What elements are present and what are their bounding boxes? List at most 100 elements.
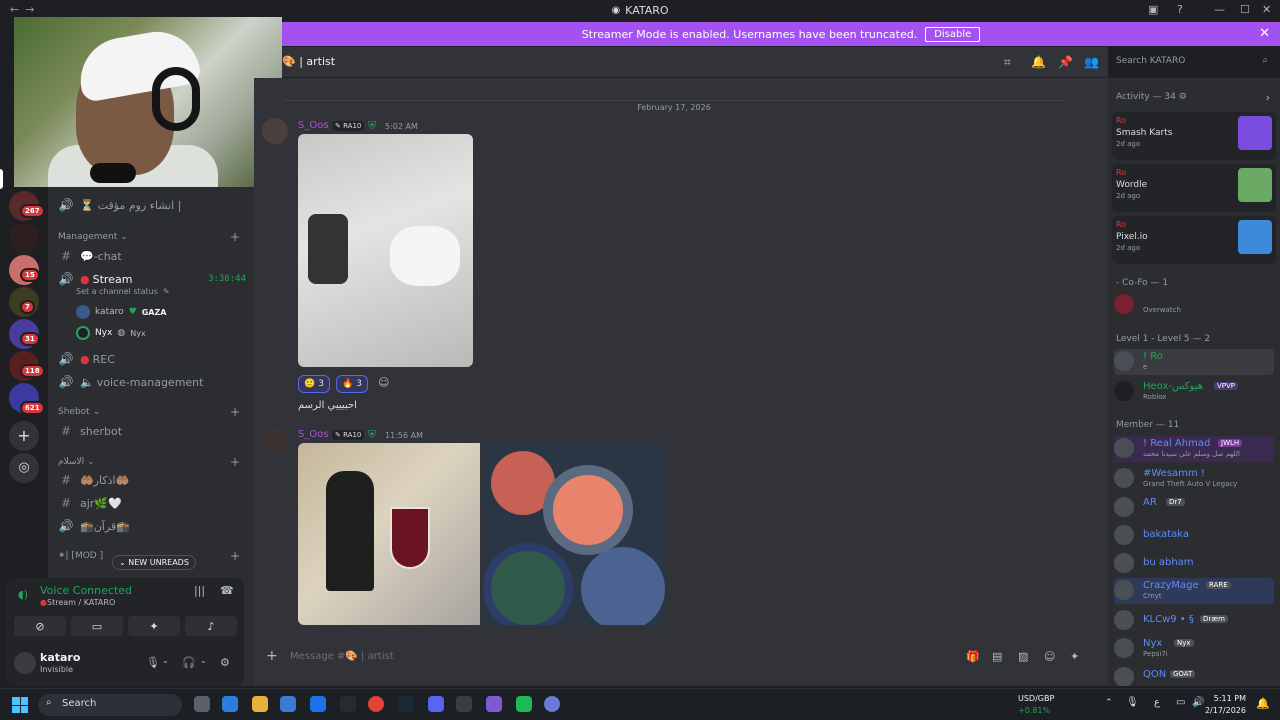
member-row[interactable]: CrazyMage RARE Cmyt — [1114, 578, 1274, 604]
message-image-drawing[interactable] — [298, 134, 473, 367]
signal-icon[interactable]: ◖) — [18, 588, 28, 601]
app-icon[interactable] — [280, 696, 296, 712]
member-row[interactable]: bakataka — [1114, 523, 1274, 549]
category-islam[interactable]: الاسلام ⌄ + — [58, 455, 240, 469]
member-row[interactable]: bu abham — [1114, 551, 1274, 577]
file-explorer-icon[interactable] — [252, 696, 268, 712]
network-icon[interactable]: ▭ — [1176, 697, 1185, 708]
chevron-right-icon[interactable]: › — [1266, 91, 1270, 104]
voice-channel-create-temp[interactable]: 🔊 ⏳ انشاء روم مؤقت | — [58, 195, 246, 215]
message-author[interactable]: S_Oos — [298, 120, 329, 131]
taskbar-search[interactable]: ⌕ Search — [38, 694, 182, 716]
settings-gear-icon[interactable]: ⚙ — [220, 656, 230, 669]
voice-user[interactable]: Nyx ◍ Nyx — [76, 326, 146, 340]
text-channel-ajr[interactable]: # ajr🌿🤍 — [58, 493, 246, 513]
add-channel-icon[interactable]: + — [230, 549, 240, 563]
apps-icon[interactable]: ✦ — [1070, 650, 1079, 663]
voice-channel-quran[interactable]: 🔊 🕋قرآن🕋 — [58, 516, 246, 536]
add-channel-icon[interactable]: + — [230, 405, 240, 419]
reaction-button[interactable]: 🔥 3 — [336, 375, 368, 393]
category-management[interactable]: Management ⌄ + — [58, 230, 240, 244]
bell-icon[interactable]: 🔔 — [1031, 55, 1046, 69]
voice-channel-management[interactable]: 🔊 🔈 voice-management — [58, 372, 246, 392]
member-row[interactable]: #Wesamm ! Grand Theft Auto V Legacy — [1114, 466, 1274, 492]
gif-icon[interactable]: ▤ — [992, 650, 1002, 663]
new-unreads-button[interactable]: ⌄ NEW UNREADS — [112, 555, 196, 570]
text-channel-chat[interactable]: # 💬-chat — [58, 246, 246, 266]
text-channel-azkar[interactable]: # 🤲🏽اذكار🤲🏽 — [58, 470, 246, 490]
server-icon[interactable] — [9, 224, 39, 254]
add-channel-icon[interactable]: + — [230, 455, 240, 469]
gift-icon[interactable]: 🎁 — [966, 650, 980, 663]
voice-channel-rec[interactable]: 🔊 ● REC — [58, 349, 246, 369]
fx-widget[interactable]: USD/GBP +0.81% — [1018, 693, 1054, 717]
discover-icon[interactable]: ◎ — [9, 453, 39, 483]
reaction-button[interactable]: 🙂 3 — [298, 375, 330, 393]
back-arrow-icon[interactable]: ← — [10, 3, 25, 16]
member-row[interactable]: QON GOAT — [1114, 665, 1274, 686]
close-window-icon[interactable]: ✕ — [1262, 3, 1271, 16]
clock[interactable]: 5:11 PM 2/17/2026 — [1205, 693, 1246, 717]
forward-arrow-icon[interactable]: → — [25, 3, 40, 16]
sticker-icon[interactable]: ▨ — [1018, 650, 1028, 663]
app-icon[interactable] — [516, 696, 532, 712]
member-row[interactable]: ! Real Ahmad JWLH اللهم صل وسلم على سيدن… — [1114, 436, 1274, 462]
activity-card[interactable]: Ro Smash Karts 2d ago — [1112, 112, 1276, 160]
message-image-figs[interactable] — [483, 443, 665, 625]
member-list-icon[interactable]: 👥 — [1084, 55, 1099, 69]
camera-off-button[interactable]: ⊘ — [14, 616, 66, 636]
channel-status-link[interactable]: Set a channel status ✎ — [76, 287, 170, 296]
headphones-icon[interactable]: 🎧 — [182, 656, 196, 669]
add-server-icon[interactable]: + — [9, 421, 39, 451]
nav-arrows[interactable]: ←→ — [10, 3, 40, 16]
gamepad-icon[interactable] — [486, 696, 502, 712]
store-icon[interactable] — [222, 696, 238, 712]
notification-bell-icon[interactable]: 🔔 — [1256, 697, 1270, 710]
member-row[interactable]: KLCw9 • § Dræm — [1114, 608, 1274, 634]
volume-icon[interactable]: 🔊 — [1192, 697, 1204, 708]
search-input[interactable]: Search KATARO ⌕ — [1110, 52, 1274, 72]
microphone-icon[interactable]: 🎙 — [146, 656, 160, 669]
activity-header[interactable]: Activity — 34 ⚙ — [1116, 92, 1187, 102]
chrome-icon[interactable] — [368, 696, 384, 712]
avatar[interactable] — [262, 428, 288, 454]
message-image-wine[interactable] — [298, 443, 480, 625]
app-icon[interactable] — [456, 696, 472, 712]
member-row[interactable]: Overwatch — [1114, 292, 1274, 318]
discord-icon[interactable] — [428, 696, 444, 712]
disconnect-icon[interactable]: ☎ — [220, 584, 234, 597]
chevron-up-icon[interactable]: ⌃ — [1105, 698, 1113, 708]
close-icon[interactable]: ✕ — [1259, 26, 1270, 41]
maximize-icon[interactable]: ☐ — [1240, 3, 1250, 16]
avatar[interactable] — [14, 652, 36, 674]
member-row[interactable]: Nyx Nyx Pepsi7i — [1114, 636, 1274, 662]
emoji-icon[interactable]: ☺ — [1044, 650, 1055, 663]
add-channel-icon[interactable]: + — [230, 230, 240, 244]
noise-suppression-icon[interactable]: ||| — [194, 584, 205, 597]
member-row[interactable]: ! Ro e — [1114, 349, 1274, 375]
message-input[interactable]: Message #🎨 | artist — [290, 651, 394, 662]
task-view-icon[interactable] — [194, 696, 210, 712]
soundboard-button[interactable]: ♪ — [185, 616, 237, 636]
microphone-icon[interactable]: 🎙 — [1126, 697, 1139, 708]
attach-plus-icon[interactable]: + — [266, 648, 278, 664]
disable-streamer-mode-button[interactable]: Disable — [925, 26, 981, 42]
avatar[interactable] — [262, 118, 288, 144]
voice-channel-stream[interactable]: 🔊 ● Stream 3:36:44 — [58, 269, 246, 289]
share-screen-button[interactable]: ▭ — [71, 616, 123, 636]
activity-card[interactable]: Ro Wordle 2d ago — [1112, 164, 1276, 212]
add-reaction-icon[interactable]: ☺ — [378, 376, 389, 389]
minimize-icon[interactable]: — — [1214, 3, 1225, 16]
inbox-icon[interactable]: ▣ — [1148, 3, 1158, 16]
obs-icon[interactable] — [340, 696, 356, 712]
message-author[interactable]: S_Oos — [298, 429, 329, 440]
voice-user[interactable]: kataro ♥ GAZA — [76, 305, 166, 319]
steam-icon[interactable] — [398, 696, 414, 712]
text-channel-sherbot[interactable]: # sherbot — [58, 421, 246, 441]
category-mod[interactable]: ✶| [MOD ] + — [58, 549, 240, 563]
pin-icon[interactable]: 📌 — [1058, 55, 1073, 69]
language-indicator[interactable]: ع — [1154, 697, 1160, 708]
threads-icon[interactable]: ⌗ — [1004, 55, 1011, 70]
chevron-down-icon[interactable]: ⌄ — [162, 656, 169, 665]
app-icon[interactable] — [544, 696, 560, 712]
